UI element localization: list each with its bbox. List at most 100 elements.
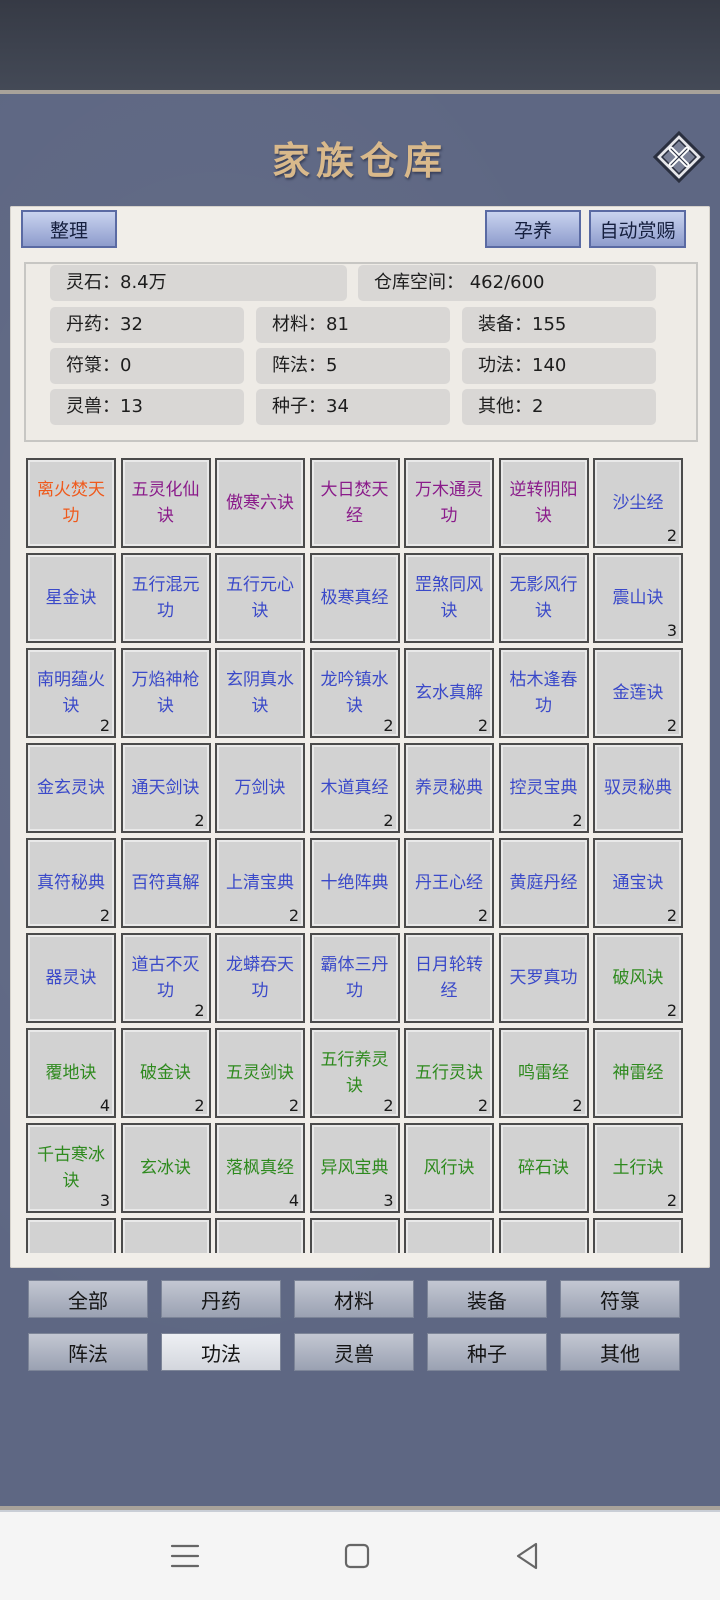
item-slot[interactable]: 大日焚天经 xyxy=(309,458,400,548)
item-slot[interactable]: 五灵化仙诀 xyxy=(120,458,211,548)
item-slot[interactable]: 星金诀 xyxy=(26,553,116,643)
item-slot[interactable]: 十绝阵典 xyxy=(309,838,400,928)
category-tab[interactable]: 功法 xyxy=(161,1333,281,1371)
item-slot[interactable]: 天罗真功 xyxy=(498,933,589,1023)
item-slot[interactable]: 神雷经 xyxy=(593,1028,683,1118)
item-name: 五行元心诀 xyxy=(226,575,294,621)
item-slot-partial[interactable] xyxy=(593,1218,683,1253)
nurture-button[interactable]: 孕养 xyxy=(485,210,581,248)
home-button[interactable] xyxy=(331,1532,381,1580)
item-slot[interactable]: 破金诀 2 xyxy=(120,1028,211,1118)
item-count: 2 xyxy=(383,1096,394,1115)
item-slot-partial[interactable] xyxy=(498,1218,589,1253)
item-slot[interactable]: 土行诀 2 xyxy=(593,1123,683,1213)
menu-button[interactable] xyxy=(160,1532,210,1580)
item-count: 2 xyxy=(383,811,394,830)
item-name: 五行混元功 xyxy=(131,575,200,621)
category-tab[interactable]: 材料 xyxy=(294,1280,414,1318)
item-name: 百符真解 xyxy=(131,873,200,893)
item-slot[interactable]: 木道真经 2 xyxy=(309,743,400,833)
item-slot[interactable]: 五行灵诀 2 xyxy=(404,1028,494,1118)
item-slot[interactable]: 上清宝典 2 xyxy=(215,838,305,928)
item-slot-partial[interactable] xyxy=(404,1218,494,1253)
item-slot[interactable]: 道古不灭功 2 xyxy=(120,933,211,1023)
item-slot[interactable]: 鸣雷经 2 xyxy=(498,1028,589,1118)
item-slot[interactable]: 玄阴真水诀 xyxy=(215,648,305,738)
item-slot[interactable]: 龙蟒吞天功 xyxy=(215,933,305,1023)
item-name: 无影风行诀 xyxy=(509,575,578,621)
item-slot[interactable]: 破风诀 2 xyxy=(593,933,683,1023)
item-slot-partial[interactable] xyxy=(26,1218,116,1253)
item-slot[interactable]: 养灵秘典 xyxy=(404,743,494,833)
item-slot[interactable]: 无影风行诀 xyxy=(498,553,589,643)
category-tab[interactable]: 种子 xyxy=(427,1333,547,1371)
item-name: 龙蟒吞天功 xyxy=(226,955,294,1001)
item-slot[interactable]: 沙尘经 2 xyxy=(593,458,683,548)
item-name: 控灵宝典 xyxy=(509,778,578,798)
item-name: 龙吟镇水诀 xyxy=(320,670,389,716)
category-tab[interactable]: 丹药 xyxy=(161,1280,281,1318)
close-icon xyxy=(652,130,706,184)
item-slot[interactable]: 五行元心诀 xyxy=(215,553,305,643)
item-count: 4 xyxy=(99,1096,110,1115)
item-slot[interactable]: 极寒真经 xyxy=(309,553,400,643)
item-slot[interactable]: 器灵诀 xyxy=(26,933,116,1023)
item-slot[interactable]: 真符秘典 2 xyxy=(26,838,116,928)
item-slot-partial[interactable] xyxy=(215,1218,305,1253)
item-slot[interactable]: 万木通灵功 xyxy=(404,458,494,548)
sort-button[interactable]: 整理 xyxy=(21,210,117,248)
item-slot[interactable]: 通宝诀 2 xyxy=(593,838,683,928)
item-slot[interactable]: 丹王心经 2 xyxy=(404,838,494,928)
item-slot[interactable]: 千古寒冰诀 3 xyxy=(26,1123,116,1213)
auto-reward-button[interactable]: 自动赏赐 xyxy=(589,210,686,248)
item-slot[interactable]: 玄冰诀 xyxy=(120,1123,211,1213)
item-name: 逆转阴阳诀 xyxy=(509,480,578,526)
category-tab[interactable]: 符箓 xyxy=(560,1280,680,1318)
category-tab[interactable]: 灵兽 xyxy=(294,1333,414,1371)
item-count: 2 xyxy=(288,1096,299,1115)
item-slot[interactable]: 日月轮转经 xyxy=(404,933,494,1023)
item-count: 2 xyxy=(194,811,205,830)
item-slot[interactable]: 异风宝典 3 xyxy=(309,1123,400,1213)
item-slot[interactable]: 震山诀 3 xyxy=(593,553,683,643)
category-tab[interactable]: 阵法 xyxy=(28,1333,148,1371)
item-slot[interactable]: 五行养灵诀 2 xyxy=(309,1028,400,1118)
item-slot[interactable]: 逆转阴阳诀 xyxy=(498,458,589,548)
item-slot[interactable]: 驭灵秘典 xyxy=(593,743,683,833)
category-tab[interactable]: 装备 xyxy=(427,1280,547,1318)
close-button[interactable] xyxy=(652,130,706,184)
item-slot[interactable]: 碎石诀 xyxy=(498,1123,589,1213)
item-slot[interactable]: 万剑诀 xyxy=(215,743,305,833)
item-slot[interactable]: 落枫真经 4 xyxy=(215,1123,305,1213)
item-slot[interactable]: 龙吟镇水诀 2 xyxy=(309,648,400,738)
item-name: 千古寒冰诀 xyxy=(37,1145,105,1191)
item-slot-partial[interactable] xyxy=(120,1218,211,1253)
item-slot[interactable]: 离火焚天功 xyxy=(26,458,116,548)
category-tab[interactable]: 全部 xyxy=(28,1280,148,1318)
item-slot[interactable]: 万焰神枪诀 xyxy=(120,648,211,738)
item-slot[interactable]: 南明蕴火诀 2 xyxy=(26,648,116,738)
menu-icon xyxy=(170,1544,200,1568)
category-tab[interactable]: 其他 xyxy=(560,1333,680,1371)
back-button[interactable] xyxy=(502,1532,552,1580)
item-slot[interactable]: 五行混元功 xyxy=(120,553,211,643)
item-slot[interactable]: 通天剑诀 2 xyxy=(120,743,211,833)
item-slot[interactable]: 玄水真解 2 xyxy=(404,648,494,738)
item-slot[interactable]: 罡煞同风诀 xyxy=(404,553,494,643)
item-slot[interactable]: 百符真解 xyxy=(120,838,211,928)
item-slot-partial[interactable] xyxy=(309,1218,400,1253)
item-slot[interactable]: 控灵宝典 2 xyxy=(498,743,589,833)
item-slot[interactable]: 覆地诀 4 xyxy=(26,1028,116,1118)
item-name: 震山诀 xyxy=(612,588,664,608)
item-slot[interactable]: 风行诀 xyxy=(404,1123,494,1213)
item-slot[interactable]: 傲寒六诀 xyxy=(215,458,305,548)
item-count: 3 xyxy=(666,621,677,640)
item-slot[interactable]: 枯木逢春功 xyxy=(498,648,589,738)
item-slot[interactable]: 五灵剑诀 2 xyxy=(215,1028,305,1118)
item-slot[interactable]: 金玄灵诀 xyxy=(26,743,116,833)
item-slot[interactable]: 霸体三丹功 xyxy=(309,933,400,1023)
item-name: 五行养灵诀 xyxy=(320,1050,389,1096)
item-slot[interactable]: 黄庭丹经 xyxy=(498,838,589,928)
item-count: 2 xyxy=(99,906,110,925)
item-slot[interactable]: 金莲诀 2 xyxy=(593,648,683,738)
